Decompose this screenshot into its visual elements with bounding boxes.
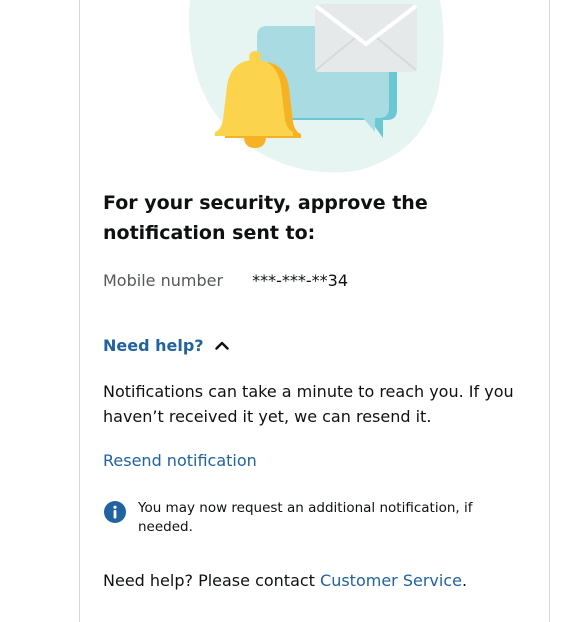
info-text: You may now request an additional notifi… bbox=[138, 500, 473, 535]
need-help-toggle[interactable]: Need help? bbox=[103, 334, 229, 358]
info-icon bbox=[104, 501, 126, 523]
chevron-up-icon bbox=[215, 333, 229, 357]
resend-notification-link[interactable]: Resend notification bbox=[103, 449, 257, 473]
need-help-label: Need help? bbox=[103, 336, 204, 355]
page-title: For your security, approve the notificat… bbox=[103, 192, 428, 244]
phone-value: ***-***-**34 bbox=[252, 271, 348, 290]
footer-prefix: Need help? Please contact bbox=[103, 571, 321, 590]
notification-illustration bbox=[189, 0, 444, 173]
footer-suffix: . bbox=[461, 571, 468, 590]
footer-help: Need help? Please contact Customer Servi… bbox=[103, 569, 467, 593]
envelope-icon bbox=[314, 4, 418, 72]
phone-row: Mobile number ***-***-**34 bbox=[103, 270, 348, 292]
customer-service-link[interactable]: Customer Service bbox=[320, 571, 462, 590]
phone-label: Mobile number bbox=[103, 271, 224, 290]
help-text: Notifications can take a minute to reach… bbox=[103, 382, 514, 426]
